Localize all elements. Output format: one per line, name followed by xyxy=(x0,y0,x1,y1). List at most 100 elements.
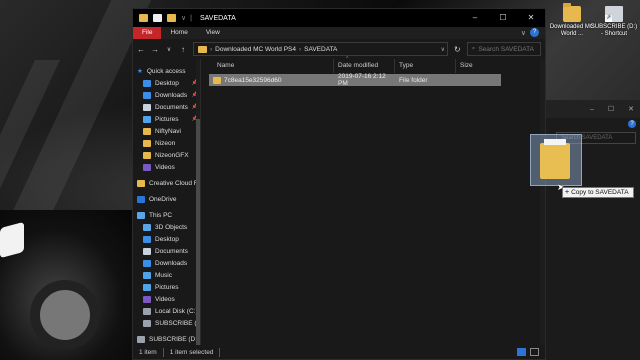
tab-home[interactable]: Home xyxy=(161,27,196,39)
nav-item-label: NiftyNavi xyxy=(155,127,182,135)
drive-shortcut-icon xyxy=(605,6,623,22)
search-box[interactable]: ⌕ xyxy=(466,42,541,56)
background-window-titlebar[interactable]: – ☐ ✕ xyxy=(546,100,640,118)
nav-item[interactable]: Downloads xyxy=(133,257,200,269)
explorer-window[interactable]: ∨ | SAVEDATA – ☐ ✕ File Home View ∨ ? ← … xyxy=(132,8,546,360)
maximize-button[interactable]: ☐ xyxy=(489,9,517,27)
breadcrumb-separator[interactable]: › xyxy=(210,46,212,53)
nav-item-label: OneDrive xyxy=(149,195,177,203)
nav-scrollbar[interactable] xyxy=(196,59,200,345)
help-icon[interactable]: ? xyxy=(628,120,636,128)
file-list-scrollbar[interactable] xyxy=(540,59,545,345)
desktop-icon-label: SUBSCRIBE (D:) - Shortcut xyxy=(590,24,638,37)
title-bar[interactable]: ∨ | SAVEDATA – ☐ ✕ xyxy=(133,9,545,27)
expand-ribbon-icon[interactable]: ∨ xyxy=(521,29,526,37)
details-view-icon[interactable] xyxy=(517,348,526,356)
nav-item[interactable]: Local Disk (C:) xyxy=(133,305,200,317)
column-date-modified[interactable]: Date modified xyxy=(334,59,395,73)
drag-preview xyxy=(530,134,582,186)
close-icon[interactable]: ✕ xyxy=(628,105,634,113)
nav-item-label: Local Disk (C:) xyxy=(155,307,198,315)
nav-item-label: This PC xyxy=(149,211,173,219)
column-name[interactable]: Name xyxy=(201,59,334,73)
nav-item-icon xyxy=(143,319,151,327)
nav-item-label: SUBSCRIBE (D:) xyxy=(155,319,201,327)
ribbon-tabs: File Home View ∨ ? xyxy=(133,27,545,39)
title-separator: | xyxy=(190,14,192,22)
nav-item[interactable]: Videos xyxy=(133,161,200,173)
view-toggle xyxy=(517,348,539,356)
status-bar: 1 item 1 item selected xyxy=(133,345,545,359)
nav-item[interactable]: Music xyxy=(133,269,200,281)
nav-scrollbar-thumb[interactable] xyxy=(196,119,200,345)
nav-item[interactable]: Documents 📌 xyxy=(133,101,200,113)
nav-item[interactable]: NizeonGFX xyxy=(133,149,200,161)
navigation-pane[interactable]: ★ Quick access Desktop 📌 Downloads 📌 Documen… xyxy=(133,59,201,345)
nav-item[interactable]: OneDrive xyxy=(133,193,200,205)
desktop-icon-subscribe-shortcut[interactable]: SUBSCRIBE (D:) - Shortcut xyxy=(590,6,638,38)
window-title: SAVEDATA xyxy=(199,14,236,22)
nav-item[interactable]: Pictures 📌 xyxy=(133,113,200,125)
recent-locations-chevron-icon[interactable]: ∨ xyxy=(165,46,173,53)
nav-item[interactable]: Desktop xyxy=(133,233,200,245)
nav-item-icon xyxy=(143,115,151,123)
address-bar[interactable]: › Downloaded MC World PS4 › SAVEDATA ∨ xyxy=(193,42,448,56)
breadcrumb-downloaded-mc-world[interactable]: Downloaded MC World PS4 xyxy=(215,46,296,53)
forward-arrow-icon[interactable]: → xyxy=(151,45,159,54)
minimize-button[interactable]: – xyxy=(461,9,489,27)
search-input[interactable] xyxy=(478,45,540,53)
nav-item[interactable]: Downloads 📌 xyxy=(133,89,200,101)
nav-item-icon xyxy=(143,151,151,159)
nav-item[interactable]: SUBSCRIBE (D:) xyxy=(133,317,200,329)
copy-tooltip-text: Copy to SAVEDATA xyxy=(571,189,629,196)
refresh-icon[interactable]: ↻ xyxy=(454,45,461,54)
nav-item[interactable]: Nizeon xyxy=(133,137,200,149)
nav-item[interactable]: This PC xyxy=(133,209,200,221)
nav-item[interactable]: 3D Objects xyxy=(133,221,200,233)
nav-item[interactable]: Desktop 📌 xyxy=(133,77,200,89)
help-icon[interactable]: ? xyxy=(530,28,539,37)
nav-item[interactable]: NiftyNavi xyxy=(133,125,200,137)
nav-item[interactable]: Documents xyxy=(133,245,200,257)
tab-file[interactable]: File xyxy=(133,27,162,39)
file-row-selected[interactable]: 7c8ea15e32596d60 2019-07-16 2:12 PM File… xyxy=(209,73,501,87)
window-controls: – ☐ ✕ xyxy=(461,9,545,27)
file-name: 7c8ea15e32596d60 xyxy=(224,76,282,84)
column-size[interactable]: Size xyxy=(456,59,496,73)
star-icon: ★ xyxy=(137,68,143,75)
nav-item-label: Music xyxy=(155,271,172,279)
nav-item[interactable]: SUBSCRIBE (D:) xyxy=(133,333,200,345)
address-dropdown-icon[interactable]: ∨ xyxy=(441,46,447,53)
column-type[interactable]: Type xyxy=(395,59,456,73)
properties-icon[interactable] xyxy=(153,14,162,22)
file-list-pane[interactable]: ^ Name Date modified Type Size 7c8ea15e3… xyxy=(201,56,545,345)
breadcrumb-savedata[interactable]: SAVEDATA xyxy=(304,46,337,53)
folder-icon xyxy=(198,45,207,53)
nav-item-icon xyxy=(137,211,145,219)
nav-item-label: NizeonGFX xyxy=(155,151,189,159)
tab-view[interactable]: View xyxy=(197,27,229,39)
nav-item[interactable]: Videos xyxy=(133,293,200,305)
up-arrow-icon[interactable]: ↑ xyxy=(179,45,187,54)
desktop-icon-downloaded-mc-world[interactable]: Downloaded MC World ... xyxy=(548,3,596,38)
folder-icon xyxy=(213,76,221,84)
nav-item-icon xyxy=(137,335,145,343)
nav-item-label: Desktop xyxy=(155,235,179,243)
new-folder-icon[interactable] xyxy=(167,14,176,22)
nav-item-label: Videos xyxy=(155,163,175,171)
folder-icon xyxy=(563,3,581,22)
nav-quick-access[interactable]: ★ Quick access xyxy=(133,65,200,77)
column-headers: Name Date modified Type Size xyxy=(201,59,545,73)
maximize-icon[interactable]: ☐ xyxy=(608,105,614,113)
close-button[interactable]: ✕ xyxy=(517,9,545,27)
breadcrumb-separator[interactable]: › xyxy=(299,46,301,53)
quick-access-toolbar-dropdown[interactable]: ∨ xyxy=(181,14,186,22)
nav-item-label: Nizeon xyxy=(155,139,176,147)
large-icons-view-icon[interactable] xyxy=(530,348,539,356)
nav-item[interactable]: Creative Cloud Files xyxy=(133,177,200,189)
back-arrow-icon[interactable]: ← xyxy=(137,45,145,54)
address-row: ← → ∨ ↑ › Downloaded MC World PS4 › SAVE… xyxy=(133,39,545,59)
minimize-icon[interactable]: – xyxy=(590,106,594,113)
nav-item[interactable]: Pictures xyxy=(133,281,200,293)
nav-item-label: SUBSCRIBE (D:) xyxy=(149,335,200,343)
